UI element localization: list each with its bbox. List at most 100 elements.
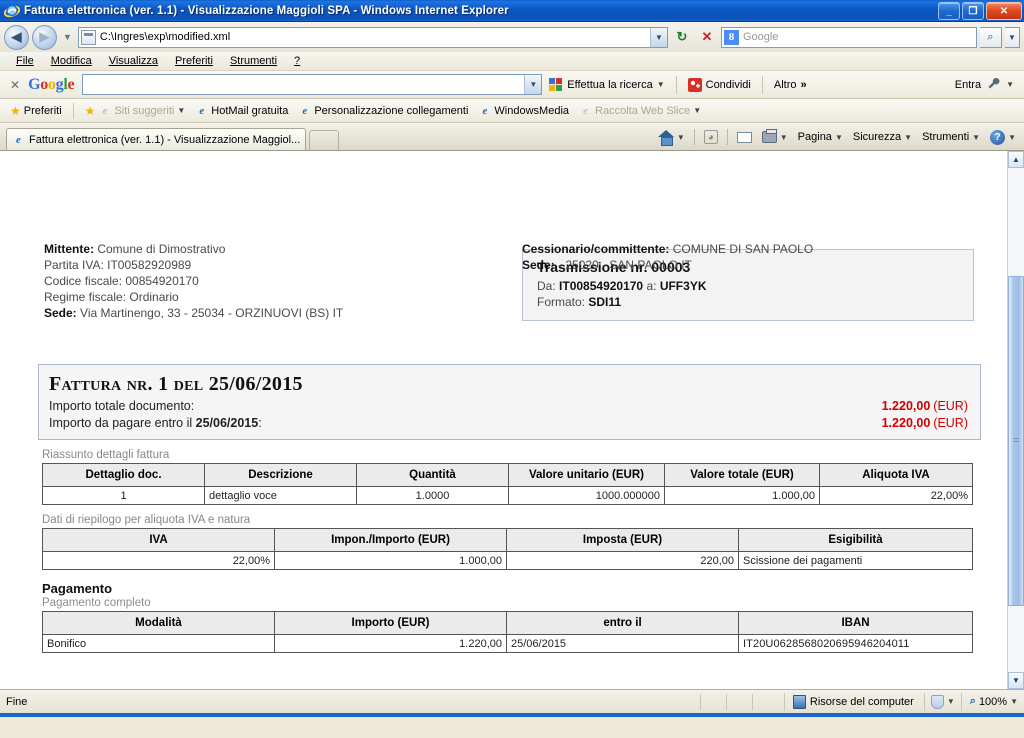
- favorites-item-windowsmedia[interactable]: e WindowsMedia: [474, 102, 573, 119]
- chevron-down-icon-4[interactable]: ▼: [693, 106, 701, 115]
- forward-button[interactable]: ▶: [32, 24, 57, 50]
- pagamento-header-importo: Importo (EUR): [274, 611, 507, 635]
- details-cell-aliquota: 22,00%: [819, 486, 973, 505]
- fattura-due-row: Importo da pagare entro il 25/06/2015: 1…: [49, 415, 968, 432]
- chevron-down-icon[interactable]: ▼: [657, 80, 665, 89]
- google-search-dropdown-icon[interactable]: ▼: [524, 75, 542, 94]
- wrench-settings-icon[interactable]: [987, 77, 1000, 93]
- computer-zone-icon: [792, 694, 806, 709]
- chevron-down-icon-protected[interactable]: ▼: [947, 697, 955, 706]
- zoom-control[interactable]: ⌕ 100% ▼: [960, 692, 1022, 711]
- command-sicurezza-label: Sicurezza: [852, 131, 902, 143]
- search-go-icon[interactable]: ⌕: [980, 26, 1002, 48]
- favorites-item-label-1: HotMail gratuita: [211, 104, 289, 117]
- security-zone-label: Risorse del computer: [809, 695, 914, 708]
- command-sicurezza[interactable]: Sicurezza ▼: [849, 129, 916, 145]
- suggested-sites-icon: ★: [84, 103, 96, 118]
- status-panes: Risorse del computer ▼ ⌕ 100% ▼: [699, 692, 1022, 711]
- close-button[interactable]: ✕: [986, 2, 1022, 20]
- internet-explorer-icon: [3, 3, 21, 19]
- favorites-bar: ★ Preferiti ★ e Siti suggeriti ▼ e HotMa…: [0, 99, 1024, 123]
- favorites-item-siti-suggeriti[interactable]: ★ e Siti suggeriti ▼: [81, 102, 190, 120]
- home-button[interactable]: ▼: [654, 128, 689, 146]
- menu-item-file[interactable]: File: [8, 54, 43, 68]
- fattura-due-amount: 1.220,00: [881, 416, 931, 430]
- details-cell-valore-unitario: 1000.000000: [508, 486, 665, 505]
- cessionario-sede-label: Sede:: [522, 258, 555, 272]
- menu-item-strumenti[interactable]: Strumenti: [222, 54, 286, 68]
- print-button[interactable]: ▼: [758, 129, 792, 145]
- pagamento-header-modalita: Modalità: [42, 611, 275, 635]
- google-signin-link[interactable]: Entra: [955, 79, 981, 91]
- details-table: Dettaglio doc. Descrizione Quantità Valo…: [42, 463, 973, 505]
- riepilogo-table: IVA Impon./Importo (EUR) Imposta (EUR) E…: [42, 528, 973, 570]
- menu-item-preferiti[interactable]: Preferiti: [167, 54, 222, 68]
- help-button[interactable]: ? ▼: [986, 128, 1020, 147]
- google-share-button[interactable]: Condividi: [685, 76, 754, 94]
- address-url-text: C:\Ingres\exp\modified.xml: [99, 31, 231, 43]
- protected-mode-indicator[interactable]: ▼: [923, 692, 961, 711]
- favorites-button[interactable]: ★ Preferiti: [6, 102, 66, 120]
- maximize-button[interactable]: ❐: [962, 2, 984, 20]
- fattura-due-currency: (EUR): [933, 416, 968, 430]
- menu-item-visualizza[interactable]: Visualizza: [101, 54, 167, 68]
- mittente-block: Mittente: Comune di Dimostrativo Partita…: [44, 241, 343, 321]
- favorites-item-hotmail[interactable]: e HotMail gratuita: [191, 102, 292, 119]
- window-title-bar[interactable]: Fattura elettronica (ver. 1.1) - Visuali…: [0, 0, 1024, 22]
- tab-bar: e Fattura elettronica (ver. 1.1) - Visua…: [0, 123, 1024, 150]
- security-zone[interactable]: Risorse del computer: [783, 692, 924, 711]
- chevron-down-icon-zoom[interactable]: ▼: [1010, 697, 1018, 706]
- feeds-button[interactable]: ◕: [700, 128, 722, 146]
- pagamento-cell-modalita: Bonifico: [42, 634, 275, 653]
- chevron-down-icon-home[interactable]: ▼: [677, 133, 685, 142]
- mittente-sede-label: Sede:: [44, 306, 77, 320]
- ie-icon-1: e: [102, 104, 108, 117]
- google-search-button[interactable]: Effettua la ricerca ▼: [546, 76, 667, 94]
- refresh-icon[interactable]: ↻: [671, 26, 693, 48]
- google-toolbar: ✕ Google ▼ Effettua la ricerca ▼ Condivi…: [0, 71, 1024, 99]
- scroll-down-button[interactable]: ▼: [1008, 672, 1024, 689]
- chevron-down-icon-sicurezza[interactable]: ▼: [904, 133, 912, 142]
- riepilogo-caption: Dati di riepilogo per aliquota IVA e nat…: [42, 514, 251, 526]
- fattura-due-label: Importo da pagare entro il 25/06/2015:: [49, 415, 882, 432]
- document-page: Trasmissione nr. 00003 Da: IT00854920170…: [0, 151, 1007, 689]
- address-input[interactable]: C:\Ingres\exp\modified.xml ▼: [77, 26, 668, 48]
- google-toolbar-right: Entra ▼: [955, 77, 1018, 93]
- chevron-down-icon-0[interactable]: ▼: [177, 106, 185, 115]
- mittente-regime-fiscale: Regime fiscale: Ordinario: [44, 290, 179, 304]
- favorites-item-personalizzazione[interactable]: e Personalizzazione collegamenti: [294, 102, 472, 119]
- search-input[interactable]: 8 Google: [721, 26, 977, 48]
- search-provider-dropdown-icon[interactable]: ▼: [1005, 26, 1020, 48]
- google-more-button[interactable]: Altro »: [771, 77, 810, 93]
- mail-button[interactable]: [733, 130, 756, 145]
- stop-icon[interactable]: ✕: [696, 26, 718, 48]
- command-pagina-label: Pagina: [797, 131, 832, 143]
- favorites-item-label-0: Siti suggeriti: [114, 104, 175, 117]
- scrollbar-track[interactable]: [1008, 168, 1024, 672]
- google-search-input[interactable]: ▼: [82, 74, 543, 95]
- details-header-quantita: Quantità: [356, 463, 509, 487]
- chevron-down-icon-strumenti[interactable]: ▼: [972, 133, 980, 142]
- chevron-down-icon-pagina[interactable]: ▼: [835, 133, 843, 142]
- toolbar-divider-2: [761, 75, 763, 94]
- google-search-provider-icon: 8: [724, 29, 739, 45]
- menu-item-help[interactable]: ?: [286, 54, 309, 68]
- chevron-down-icon-help[interactable]: ▼: [1008, 133, 1016, 142]
- vertical-scrollbar[interactable]: ▲ ▼: [1007, 151, 1024, 689]
- mittente-value: Comune di Dimostrativo: [97, 242, 226, 256]
- chevron-down-icon-print[interactable]: ▼: [780, 133, 788, 142]
- history-dropdown-icon[interactable]: ▼: [60, 32, 75, 42]
- command-pagina[interactable]: Pagina ▼: [794, 129, 847, 145]
- minimize-button[interactable]: _: [938, 2, 960, 20]
- tab-fattura-elettronica[interactable]: e Fattura elettronica (ver. 1.1) - Visua…: [6, 128, 306, 150]
- scroll-up-button[interactable]: ▲: [1008, 151, 1024, 168]
- chevron-down-icon-settings[interactable]: ▼: [1006, 80, 1014, 89]
- scrollbar-thumb[interactable]: [1008, 276, 1024, 606]
- address-dropdown-icon[interactable]: ▼: [650, 27, 667, 47]
- command-strumenti[interactable]: Strumenti ▼: [918, 129, 984, 145]
- new-tab-button[interactable]: [309, 130, 339, 150]
- favorites-item-web-slice[interactable]: e Raccolta Web Slice ▼: [575, 102, 705, 119]
- menu-item-modifica[interactable]: Modifica: [43, 54, 101, 68]
- toolbar-close-icon[interactable]: ✕: [6, 78, 24, 92]
- back-button[interactable]: ◀: [4, 24, 29, 50]
